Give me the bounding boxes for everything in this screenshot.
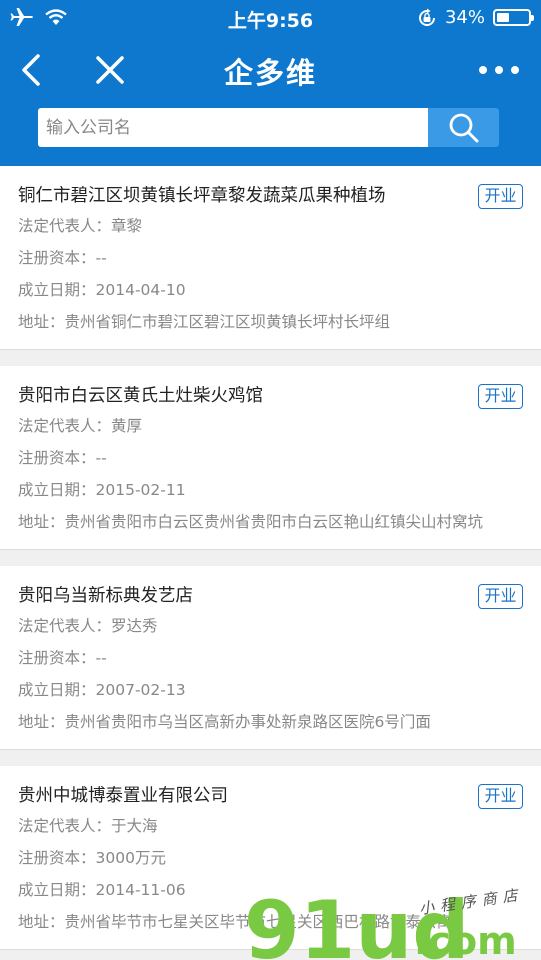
company-card[interactable]: 贵阳乌当新标典发艺店 开业 法定代表人：罗达秀 注册资本：-- 成立日期：200… [0, 566, 541, 750]
capital-value: -- [95, 249, 107, 267]
more-menu-button[interactable] [477, 58, 521, 82]
capital-value: -- [95, 649, 107, 667]
legal-rep-value: 罗达秀 [111, 617, 158, 635]
capital-row: 注册资本：-- [18, 449, 107, 467]
company-list: 铜仁市碧江区坝黄镇长坪章黎发蔬菜瓜果种植场 开业 法定代表人：章黎 注册资本：-… [0, 166, 541, 960]
status-badge: 开业 [478, 584, 523, 609]
search-input[interactable] [38, 108, 428, 147]
founded-row: 成立日期：2007-02-13 [18, 681, 186, 699]
watermark-logo: 91ud .com 小程序商店 [244, 884, 525, 960]
search-icon [449, 113, 478, 142]
legal-rep-value: 黄厚 [111, 417, 143, 435]
address-value: 贵州省贵阳市乌当区高新办事处新泉路区医院6号门面 [64, 713, 431, 731]
capital-value: -- [95, 449, 107, 467]
page-title: 企多维 [223, 56, 317, 90]
company-card[interactable]: 铜仁市碧江区坝黄镇长坪章黎发蔬菜瓜果种植场 开业 法定代表人：章黎 注册资本：-… [0, 166, 541, 350]
status-badge: 开业 [478, 184, 523, 209]
legal-rep-row: 法定代表人：黄厚 [18, 417, 143, 435]
legal-rep-value: 章黎 [111, 217, 143, 235]
founded-value: 2014-04-10 [95, 281, 186, 299]
capital-row: 注册资本：3000万元 [18, 849, 166, 867]
company-name: 贵阳乌当新标典发艺店 [18, 586, 193, 606]
company-card[interactable]: 贵阳市白云区黄氏土灶柴火鸡馆 开业 法定代表人：黄厚 注册资本：-- 成立日期：… [0, 366, 541, 550]
founded-value: 2014-11-06 [95, 881, 186, 899]
address-row: 地址：贵州省贵阳市白云区贵州省贵阳市白云区艳山红镇尖山村窝坑 [18, 513, 484, 531]
capital-row: 注册资本：-- [18, 649, 107, 667]
address-row: 地址：贵州省铜仁市碧江区碧江区坝黄镇长坪村长坪组 [18, 313, 391, 331]
watermark-tld: .com [414, 919, 517, 960]
legal-rep-row: 法定代表人：章黎 [18, 217, 143, 235]
capital-value: 3000万元 [95, 849, 166, 867]
capital-row: 注册资本：-- [18, 249, 107, 267]
founded-row: 成立日期：2014-04-10 [18, 281, 186, 299]
legal-rep-row: 法定代表人：罗达秀 [18, 617, 158, 635]
nav-bar: 企多维 [0, 40, 541, 100]
founded-value: 2015-02-11 [95, 481, 186, 499]
legal-rep-row: 法定代表人：于大海 [18, 817, 158, 835]
status-right: 34% [417, 7, 534, 28]
founded-row: 成立日期：2015-02-11 [18, 481, 186, 499]
company-name: 贵阳市白云区黄氏土灶柴火鸡馆 [18, 386, 263, 406]
address-value: 贵州省铜仁市碧江区碧江区坝黄镇长坪村长坪组 [64, 313, 391, 331]
legal-rep-value: 于大海 [111, 817, 158, 835]
battery-percent: 34% [444, 7, 485, 28]
company-name: 铜仁市碧江区坝黄镇长坪章黎发蔬菜瓜果种植场 [18, 186, 386, 206]
app-header: 上午9:56 34% 企多维 [0, 0, 541, 166]
status-bar: 上午9:56 34% [0, 0, 541, 36]
rotation-lock-icon [418, 8, 435, 26]
company-name: 贵州中城博泰置业有限公司 [18, 786, 228, 806]
founded-value: 2007-02-13 [95, 681, 186, 699]
status-badge: 开业 [478, 384, 523, 409]
search-button[interactable] [428, 108, 499, 147]
address-value: 贵州省贵阳市白云区贵州省贵阳市白云区艳山红镇尖山村窝坑 [64, 513, 484, 531]
search-bar [38, 108, 499, 147]
status-badge: 开业 [478, 784, 523, 809]
battery-icon [493, 9, 534, 26]
address-row: 地址：贵州省贵阳市乌当区高新办事处新泉路区医院6号门面 [18, 713, 431, 731]
